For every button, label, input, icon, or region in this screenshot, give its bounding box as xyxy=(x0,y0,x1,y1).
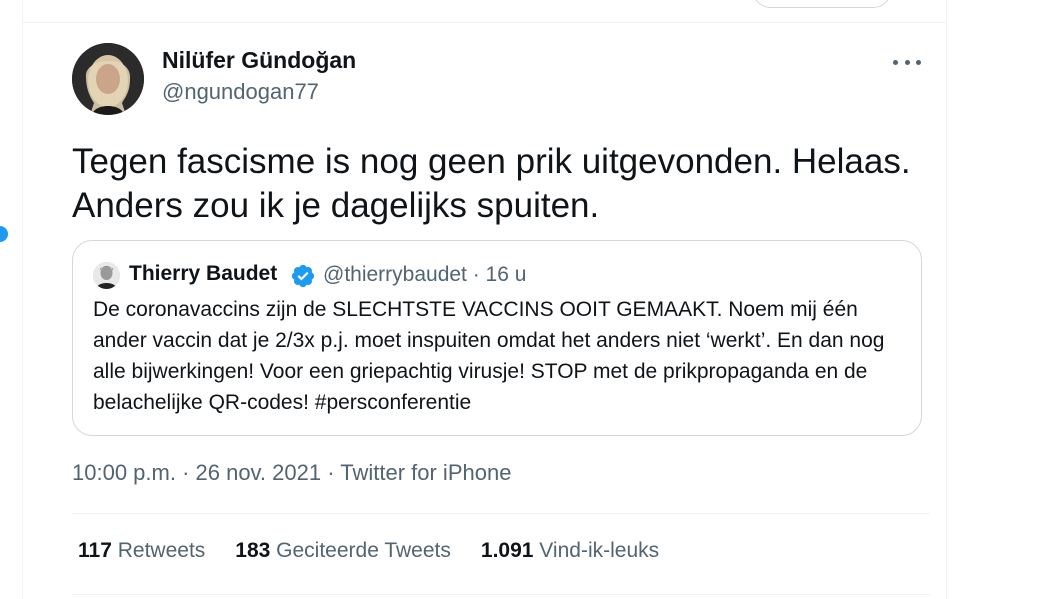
retweets-label: Retweets xyxy=(117,539,206,562)
quoted-avatar-photo-icon xyxy=(93,262,120,289)
column-border-right xyxy=(946,0,947,599)
quote-tweets-stat[interactable]: 183 Geciteerde Tweets xyxy=(235,539,451,563)
ellipsis-dot xyxy=(904,59,910,65)
notification-dot-icon xyxy=(0,226,8,242)
retweets-stat[interactable]: 117 Retweets xyxy=(78,539,205,563)
ellipsis-dot xyxy=(893,59,898,65)
author-handle[interactable]: @ngundogan77 xyxy=(162,79,319,105)
quote-tweets-count: 183 xyxy=(235,539,271,562)
author-display-name[interactable]: Nilüfer Gündoğan xyxy=(162,47,356,74)
likes-stat[interactable]: 1.091 Vind-ik-leuks xyxy=(481,539,659,563)
author-avatar[interactable] xyxy=(72,43,144,115)
tweet-stats-row: 117 Retweets 183 Geciteerde Tweets 1.091… xyxy=(78,539,689,563)
tweet-text: Tegen fascisme is nog geen prik uitgevon… xyxy=(72,140,932,228)
top-divider xyxy=(22,22,946,23)
avatar-photo-icon xyxy=(72,43,144,115)
retweets-count: 117 xyxy=(78,539,112,562)
quoted-tweet-card[interactable]: Thierry Baudet @thierrybaudet · 16 u De … xyxy=(72,240,922,436)
ellipsis-dot xyxy=(916,59,921,65)
verified-badge-icon xyxy=(291,264,315,288)
quote-tweets-label: Geciteerde Tweets xyxy=(276,539,451,562)
top-pill-button[interactable] xyxy=(752,0,892,8)
tweet-timestamp[interactable]: 10:00 p.m. · 26 nov. 2021 · Twitter for … xyxy=(72,460,511,486)
likes-label: Vind-ik-leuks xyxy=(539,539,660,562)
tweet-detail-page: Nilüfer Gündoğan @ngundogan77 Tegen fasc… xyxy=(0,0,1059,599)
more-options-button[interactable] xyxy=(893,50,921,74)
quoted-author-name: Thierry Baudet xyxy=(129,262,278,285)
likes-count: 1.091 xyxy=(480,539,534,562)
quoted-author-meta: @thierrybaudet · 16 u xyxy=(323,263,527,286)
column-border-left xyxy=(22,0,23,599)
tweet-text-line: Anders zou ik je dagelijks spuiten. xyxy=(72,186,600,225)
stats-divider-bottom xyxy=(72,594,930,595)
stats-divider-top xyxy=(72,513,930,514)
quoted-tweet-text: De coronavaccins zijn de SLECHTSTE VACCI… xyxy=(93,298,885,414)
quoted-author-avatar xyxy=(93,262,120,289)
tweet-text-line: Tegen fascisme is nog geen prik uitgevon… xyxy=(72,142,911,181)
